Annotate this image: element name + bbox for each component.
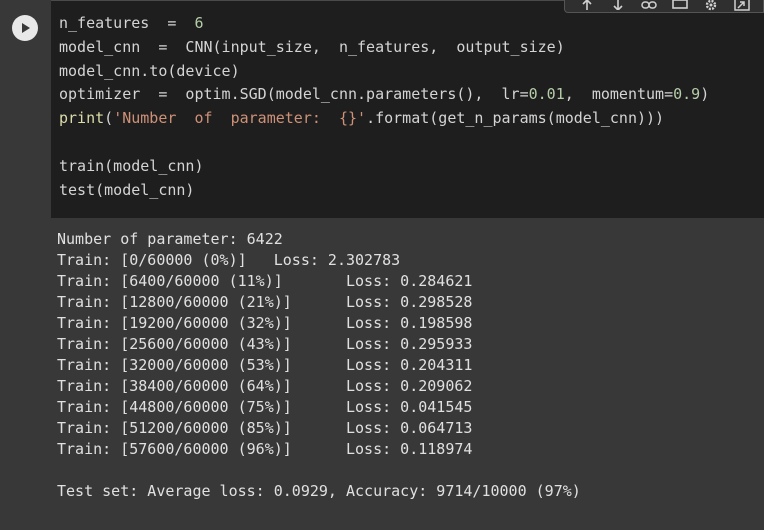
output-line: Train: [44800/60000 (75%)] Loss: 0.04154… [57,398,473,416]
code-line: n_features = 6 [59,11,204,35]
code-line: model_cnn.to(device) [59,59,240,83]
code-token: print [59,109,105,128]
comment-icon[interactable] [671,0,689,12]
code-line: train(model_cnn) [59,154,204,178]
cell-output: Number of parameter: 6422 Train: [0/60000… [0,218,764,530]
output-line: Number of parameter: 6422 [57,230,283,248]
code-editor[interactable]: n_features = 6 model_cnn = CNN(input_size… [51,0,764,218]
code-token: train(model_cnn) [59,156,204,175]
code-token: 0.01 [528,85,565,104]
output-line: Train: [12800/60000 (21%)] Loss: 0.29852… [57,293,473,311]
output-line: Train: [32000/60000 (53%)] Loss: 0.20431… [57,356,473,374]
code-token: test(model_cnn) [59,180,195,199]
output-line: Train: [19200/60000 (32%)] Loss: 0.19859… [57,314,473,332]
output-line: Test set: Average loss: 0.0929, Accuracy… [57,482,581,500]
code-line: print('Number of parameter: {}'.format(g… [59,106,664,130]
code-token: , momentum= [564,85,674,104]
output-line: Train: [51200/60000 (85%)] Loss: 0.06471… [57,419,473,437]
output-line: Train: [25600/60000 (43%)] Loss: 0.29593… [57,335,473,353]
code-line: test(model_cnn) [59,178,194,202]
move-down-icon[interactable] [609,0,627,12]
output-line: Train: [38400/60000 (64%)] Loss: 0.20906… [57,377,473,395]
code-token: ( [104,109,114,128]
cell-toolbar [564,0,764,13]
code-token: .format(get_n_params(model_cnn))) [366,109,665,128]
output-line: Train: [6400/60000 (11%)] Loss: 0.284621 [57,272,473,290]
code-token: 0.9 [673,85,701,104]
link-icon[interactable] [640,0,658,12]
code-token: 'Number of parameter: {}' [113,109,367,128]
play-icon [22,23,30,33]
code-token: model_cnn = CNN(input_size, n_features, … [59,37,565,56]
cell-gutter [0,0,51,218]
expand-icon[interactable] [733,0,751,12]
code-token: model_cnn.to(device) [59,61,240,80]
run-cell-button[interactable] [12,15,38,41]
code-token: n_features = [59,14,195,32]
output-line: Train: [0/60000 (0%)] Loss: 2.302783 [57,251,401,269]
code-token: 6 [194,14,204,32]
code-line: model_cnn = CNN(input_size, n_features, … [59,35,565,59]
code-token: optimizer = optim.SGD(model_cnn.paramete… [59,85,529,104]
code-token: ) [700,85,710,104]
move-up-icon[interactable] [578,0,596,12]
gear-icon[interactable] [702,0,720,12]
output-line: Train: [57600/60000 (96%)] Loss: 0.11897… [57,440,473,458]
code-line: optimizer = optim.SGD(model_cnn.paramete… [59,82,709,106]
